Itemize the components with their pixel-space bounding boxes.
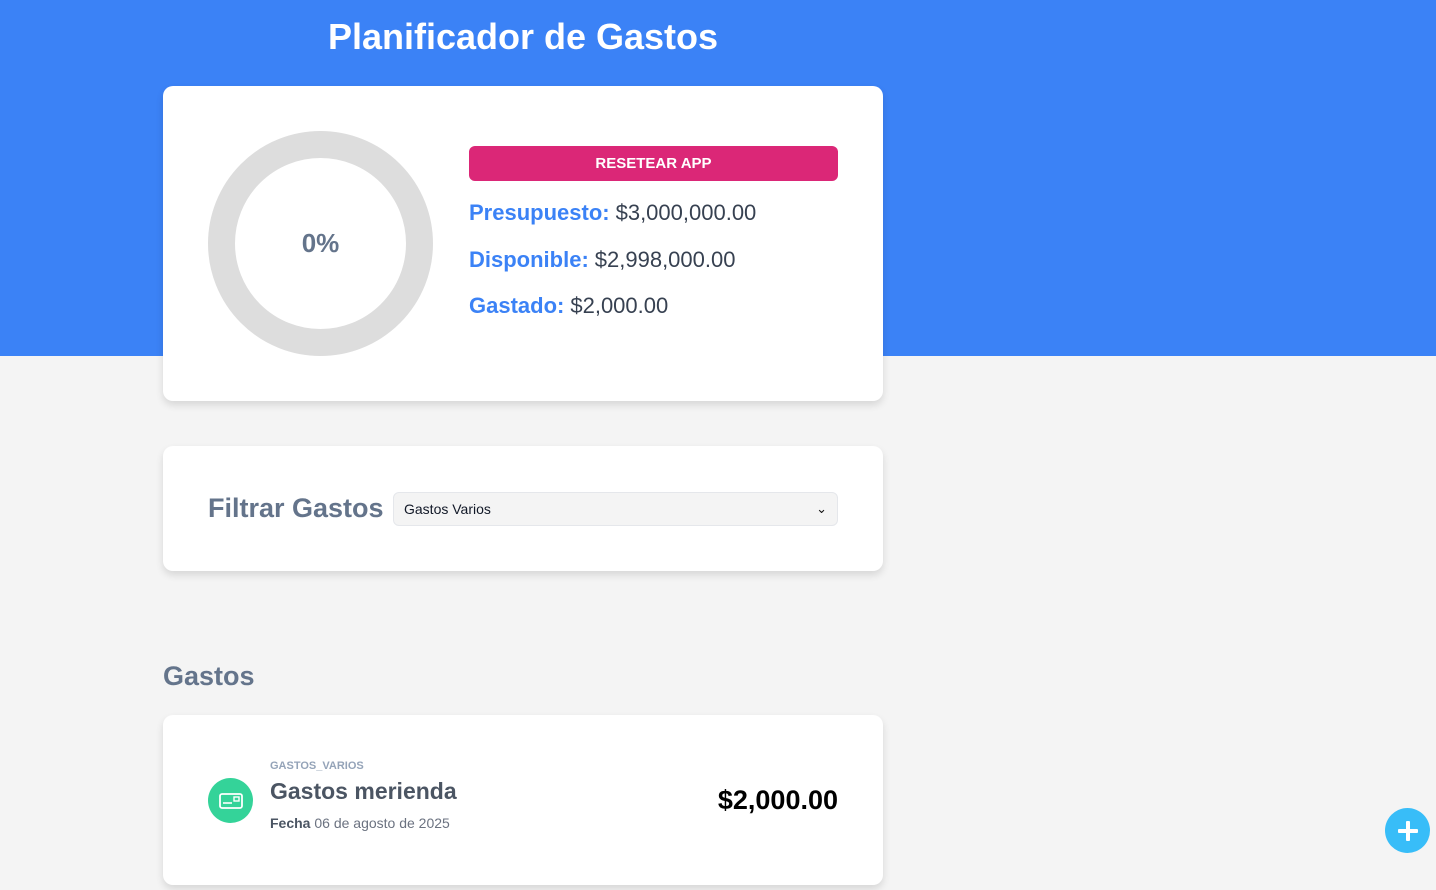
expense-date-label: Fecha bbox=[270, 815, 311, 831]
add-expense-button[interactable] bbox=[1385, 808, 1430, 853]
app-title: Planificador de Gastos bbox=[327, 16, 719, 57]
filter-select[interactable]: Gastos Varios ⌄ bbox=[393, 492, 838, 526]
disponible-label: Disponible: bbox=[469, 247, 589, 272]
expense-category: GASTOS_VARIOS bbox=[270, 760, 364, 772]
reset-app-button[interactable]: RESETEAR APP bbox=[469, 146, 838, 181]
filter-selected-value: Gastos Varios bbox=[404, 501, 491, 517]
expenses-section-title: Gastos bbox=[163, 661, 255, 691]
budget-progress-ring: 0% bbox=[208, 131, 433, 356]
expense-date: Fecha 06 de agosto de 2025 bbox=[270, 815, 450, 831]
presupuesto-stat: Presupuesto: $3,000,000.00 bbox=[469, 200, 756, 226]
budget-percent: 0% bbox=[301, 228, 340, 258]
filter-card: Filtrar Gastos Gastos Varios ⌄ bbox=[163, 446, 883, 571]
filter-label: Filtrar Gastos bbox=[208, 493, 384, 523]
gastado-label: Gastado: bbox=[469, 293, 565, 318]
gastado-value: $2,000.00 bbox=[570, 293, 669, 318]
expense-date-value: 06 de agosto de 2025 bbox=[314, 815, 450, 831]
gastado-stat: Gastado: $2,000.00 bbox=[469, 293, 668, 319]
chevron-down-icon: ⌄ bbox=[816, 501, 827, 516]
presupuesto-label: Presupuesto: bbox=[469, 200, 610, 225]
disponible-stat: Disponible: $2,998,000.00 bbox=[469, 247, 735, 273]
expense-name: Gastos merienda bbox=[270, 778, 457, 804]
expense-card[interactable]: GASTOS_VARIOS Gastos merienda Fecha 06 d… bbox=[163, 715, 883, 885]
budget-card: 0% RESETEAR APP Presupuesto: $3,000,000.0… bbox=[163, 86, 883, 401]
plus-icon bbox=[1397, 820, 1418, 841]
expense-amount: $2,000.00 bbox=[717, 785, 838, 815]
wallet-icon bbox=[208, 778, 253, 823]
disponible-value: $2,998,000.00 bbox=[594, 247, 736, 272]
presupuesto-value: $3,000,000.00 bbox=[615, 200, 757, 225]
